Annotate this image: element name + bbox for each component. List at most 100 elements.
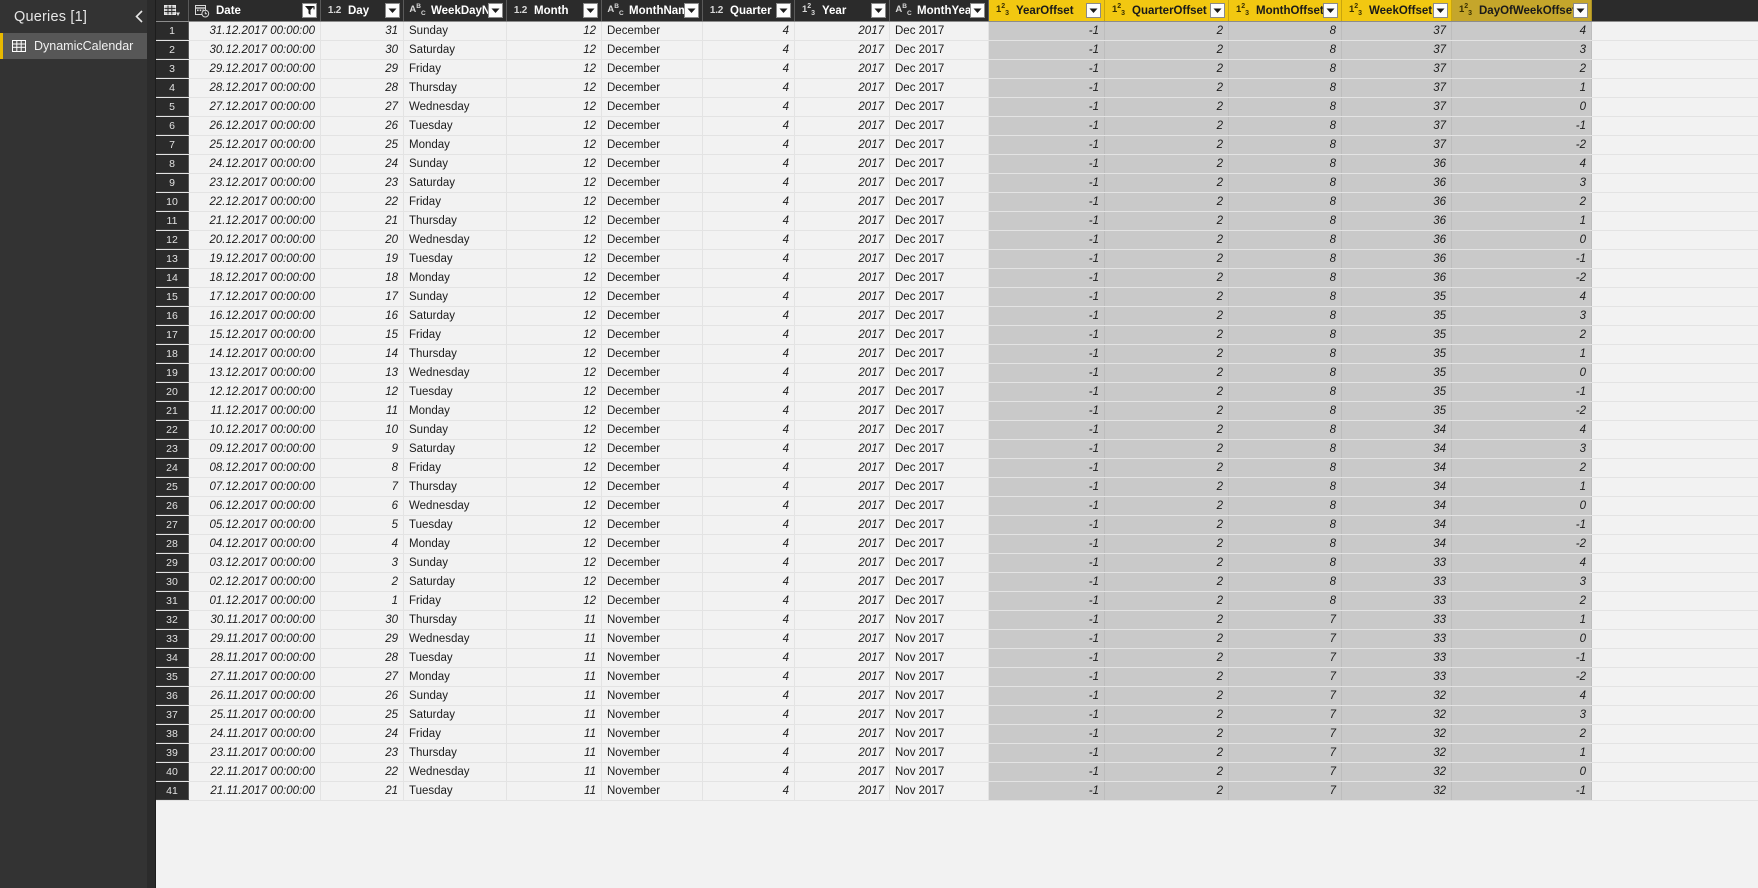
row-number[interactable]: 21 xyxy=(156,402,189,420)
row-number[interactable]: 7 xyxy=(156,136,189,154)
cell-yearoffset[interactable]: -1 xyxy=(989,782,1105,800)
cell-weekoffset[interactable]: 35 xyxy=(1342,402,1452,420)
cell-year[interactable]: 2017 xyxy=(795,79,890,97)
cell-quarteroffset[interactable]: 2 xyxy=(1105,136,1229,154)
cell-weekoffset[interactable]: 34 xyxy=(1342,478,1452,496)
cell-monthyear[interactable]: Dec 2017 xyxy=(890,573,989,591)
cell-monthoffset[interactable]: 8 xyxy=(1229,421,1342,439)
cell-monthoffset[interactable]: 7 xyxy=(1229,630,1342,648)
row-number[interactable]: 26 xyxy=(156,497,189,515)
cell-dayofweekoffset[interactable]: -1 xyxy=(1452,649,1592,667)
cell-weekoffset[interactable]: 36 xyxy=(1342,155,1452,173)
cell-dayofweekoffset[interactable]: 4 xyxy=(1452,155,1592,173)
row-number[interactable]: 9 xyxy=(156,174,189,192)
cell-monthyear[interactable]: Dec 2017 xyxy=(890,307,989,325)
column-header-dayofweekoffset[interactable]: 123 DayOfWeekOffset xyxy=(1452,0,1592,21)
cell-monthyear[interactable]: Nov 2017 xyxy=(890,706,989,724)
cell-monthoffset[interactable]: 8 xyxy=(1229,573,1342,591)
cell-quarter[interactable]: 4 xyxy=(703,668,795,686)
cell-monthoffset[interactable]: 8 xyxy=(1229,250,1342,268)
cell-quarter[interactable]: 4 xyxy=(703,440,795,458)
cell-month[interactable]: 12 xyxy=(507,155,602,173)
cell-day[interactable]: 1 xyxy=(321,592,404,610)
cell-year[interactable]: 2017 xyxy=(795,250,890,268)
cell-yearoffset[interactable]: -1 xyxy=(989,744,1105,762)
cell-dayofweekoffset[interactable]: -1 xyxy=(1452,782,1592,800)
cell-dayofweekoffset[interactable]: -2 xyxy=(1452,535,1592,553)
cell-date[interactable]: 06.12.2017 00:00:00 xyxy=(189,497,321,515)
cell-weekdayname[interactable]: Friday xyxy=(404,459,507,477)
cell-monthoffset[interactable]: 8 xyxy=(1229,383,1342,401)
cell-monthoffset[interactable]: 8 xyxy=(1229,592,1342,610)
cell-monthyear[interactable]: Dec 2017 xyxy=(890,193,989,211)
cell-month[interactable]: 12 xyxy=(507,79,602,97)
cell-month[interactable]: 12 xyxy=(507,174,602,192)
cell-monthname[interactable]: December xyxy=(602,497,703,515)
cell-monthoffset[interactable]: 7 xyxy=(1229,611,1342,629)
cell-year[interactable]: 2017 xyxy=(795,497,890,515)
cell-date[interactable]: 09.12.2017 00:00:00 xyxy=(189,440,321,458)
row-number[interactable]: 34 xyxy=(156,649,189,667)
cell-day[interactable]: 17 xyxy=(321,288,404,306)
cell-quarter[interactable]: 4 xyxy=(703,22,795,40)
cell-yearoffset[interactable]: -1 xyxy=(989,440,1105,458)
cell-weekoffset[interactable]: 35 xyxy=(1342,326,1452,344)
cell-yearoffset[interactable]: -1 xyxy=(989,231,1105,249)
row-number[interactable]: 1 xyxy=(156,22,189,40)
table-row[interactable]: 30 02.12.2017 00:00:00 2 Saturday 12 December… xyxy=(156,573,1758,592)
row-number[interactable]: 32 xyxy=(156,611,189,629)
cell-quarter[interactable]: 4 xyxy=(703,516,795,534)
cell-date[interactable]: 30.12.2017 00:00:00 xyxy=(189,41,321,59)
cell-monthname[interactable]: December xyxy=(602,193,703,211)
cell-monthname[interactable]: November xyxy=(602,630,703,648)
cell-year[interactable]: 2017 xyxy=(795,383,890,401)
cell-dayofweekoffset[interactable]: -2 xyxy=(1452,269,1592,287)
cell-date[interactable]: 25.11.2017 00:00:00 xyxy=(189,706,321,724)
cell-weekdayname[interactable]: Friday xyxy=(404,592,507,610)
cell-yearoffset[interactable]: -1 xyxy=(989,22,1105,40)
cell-year[interactable]: 2017 xyxy=(795,60,890,78)
cell-day[interactable]: 3 xyxy=(321,554,404,572)
cell-month[interactable]: 12 xyxy=(507,554,602,572)
table-row[interactable]: 19 13.12.2017 00:00:00 13 Wednesday 12 Decemb… xyxy=(156,364,1758,383)
cell-monthoffset[interactable]: 7 xyxy=(1229,649,1342,667)
cell-date[interactable]: 25.12.2017 00:00:00 xyxy=(189,136,321,154)
cell-quarter[interactable]: 4 xyxy=(703,231,795,249)
cell-quarteroffset[interactable]: 2 xyxy=(1105,383,1229,401)
cell-quarter[interactable]: 4 xyxy=(703,744,795,762)
cell-month[interactable]: 11 xyxy=(507,687,602,705)
cell-monthname[interactable]: December xyxy=(602,155,703,173)
cell-monthname[interactable]: December xyxy=(602,592,703,610)
cell-month[interactable]: 12 xyxy=(507,212,602,230)
table-row[interactable]: 14 18.12.2017 00:00:00 18 Monday 12 December 4… xyxy=(156,269,1758,288)
cell-weekoffset[interactable]: 36 xyxy=(1342,212,1452,230)
cell-quarter[interactable]: 4 xyxy=(703,345,795,363)
cell-weekoffset[interactable]: 35 xyxy=(1342,288,1452,306)
cell-month[interactable]: 12 xyxy=(507,592,602,610)
cell-year[interactable]: 2017 xyxy=(795,459,890,477)
cell-month[interactable]: 12 xyxy=(507,421,602,439)
cell-year[interactable]: 2017 xyxy=(795,288,890,306)
cell-monthyear[interactable]: Dec 2017 xyxy=(890,41,989,59)
cell-weekdayname[interactable]: Friday xyxy=(404,326,507,344)
cell-dayofweekoffset[interactable]: 0 xyxy=(1452,630,1592,648)
row-number[interactable]: 41 xyxy=(156,782,189,800)
table-row[interactable]: 18 14.12.2017 00:00:00 14 Thursday 12 Decembe… xyxy=(156,345,1758,364)
cell-date[interactable]: 03.12.2017 00:00:00 xyxy=(189,554,321,572)
column-header-monthoffset[interactable]: 123 MonthOffset xyxy=(1229,0,1342,21)
cell-quarter[interactable]: 4 xyxy=(703,459,795,477)
cell-date[interactable]: 13.12.2017 00:00:00 xyxy=(189,364,321,382)
cell-dayofweekoffset[interactable]: -2 xyxy=(1452,402,1592,420)
cell-weekoffset[interactable]: 32 xyxy=(1342,763,1452,781)
cell-weekoffset[interactable]: 33 xyxy=(1342,668,1452,686)
row-number[interactable]: 27 xyxy=(156,516,189,534)
cell-month[interactable]: 12 xyxy=(507,440,602,458)
cell-monthoffset[interactable]: 8 xyxy=(1229,459,1342,477)
cell-monthoffset[interactable]: 8 xyxy=(1229,79,1342,97)
cell-year[interactable]: 2017 xyxy=(795,668,890,686)
cell-quarter[interactable]: 4 xyxy=(703,649,795,667)
cell-monthname[interactable]: November xyxy=(602,725,703,743)
cell-date[interactable]: 04.12.2017 00:00:00 xyxy=(189,535,321,553)
cell-yearoffset[interactable]: -1 xyxy=(989,573,1105,591)
cell-dayofweekoffset[interactable]: 0 xyxy=(1452,98,1592,116)
